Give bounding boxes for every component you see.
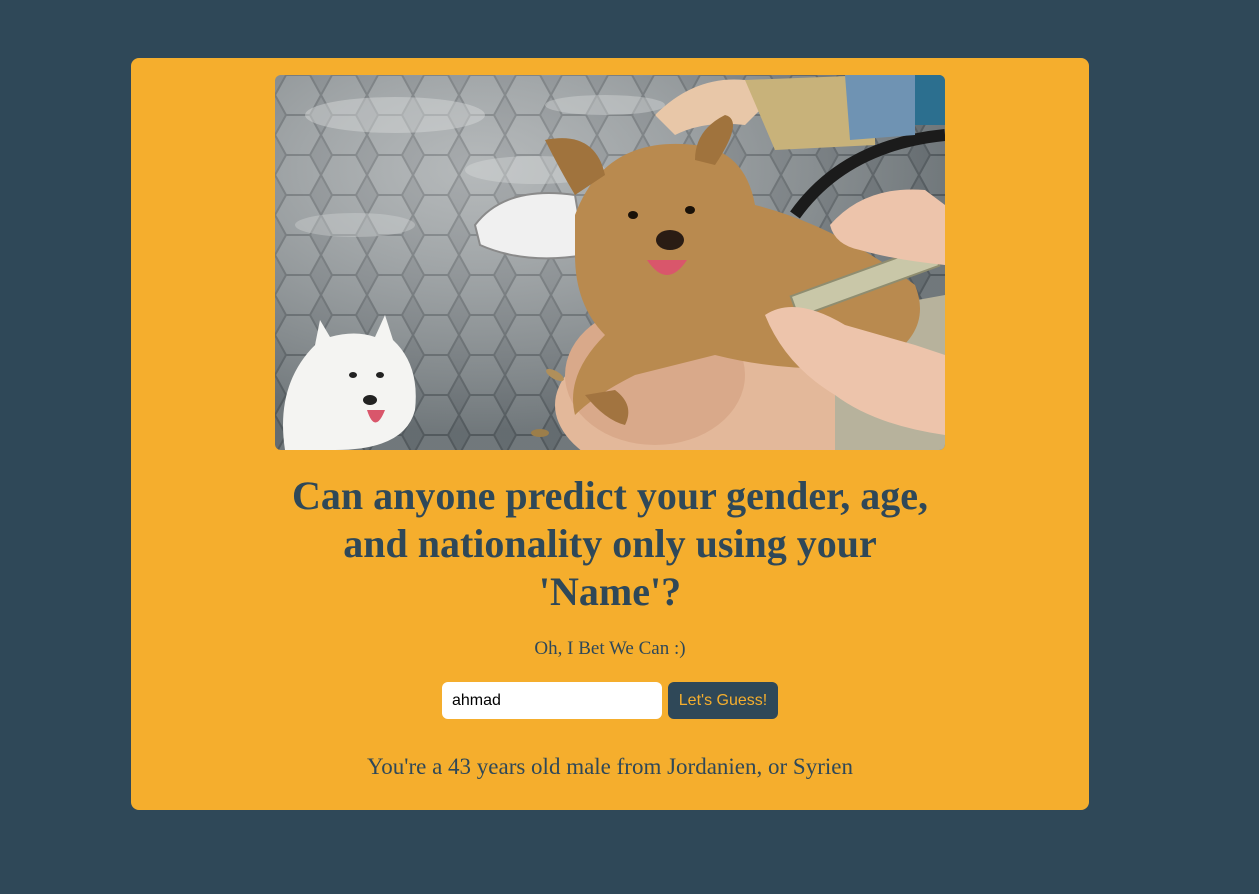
- name-input[interactable]: [442, 682, 662, 719]
- subtitle: Oh, I Bet We Can :): [534, 638, 686, 659]
- prediction-result: You're a 43 years old male from Jordanie…: [367, 754, 853, 779]
- page-headline: Can anyone predict your gender, age, and…: [292, 473, 928, 614]
- guess-button[interactable]: Let's Guess!: [668, 682, 778, 719]
- main-card: Can anyone predict your gender, age, and…: [131, 58, 1089, 810]
- hero-dog-photo: [275, 75, 945, 450]
